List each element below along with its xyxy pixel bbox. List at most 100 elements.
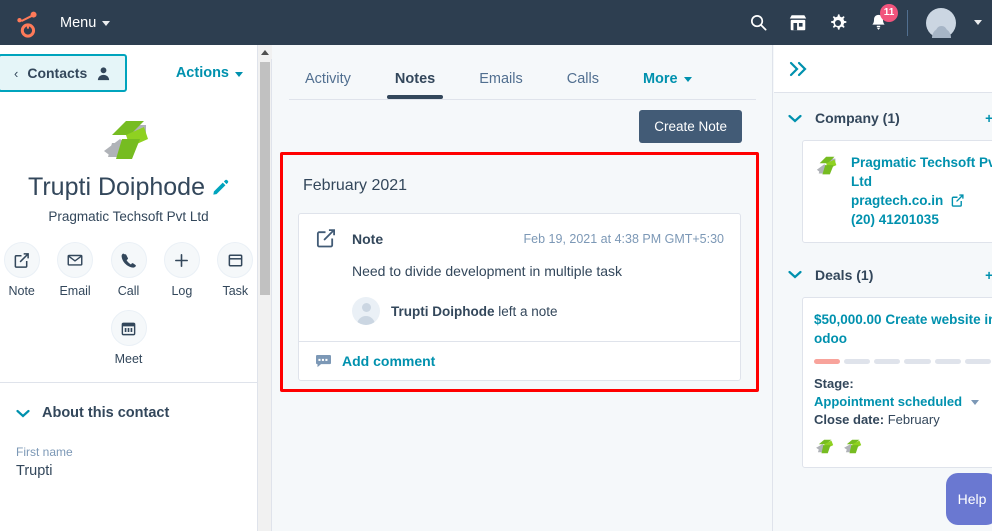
create-note-button[interactable]: Create Note <box>639 110 742 143</box>
calendar-icon <box>110 310 147 346</box>
note-author-text: Trupti Doiphode left a note <box>391 304 558 319</box>
chevron-down-icon <box>235 72 243 77</box>
field-label-first-name: First name <box>16 445 73 459</box>
top-navigation-bar: Menu 11 <box>0 0 992 45</box>
sidebar-header: ‹ Contacts Actions <box>0 45 257 101</box>
tab-notes[interactable]: Notes <box>373 71 457 99</box>
search-icon[interactable] <box>747 12 769 34</box>
chevron-left-icon: ‹ <box>14 65 19 81</box>
deal-stage-value-row[interactable]: Appointment scheduled <box>814 394 992 409</box>
associations-sidebar: Company (1) + A Pragmatic Techsoft Pvt L… <box>774 45 992 531</box>
add-comment-link[interactable]: Add comment <box>342 353 435 369</box>
quick-action-task[interactable]: Task <box>214 242 257 298</box>
avatar <box>352 297 380 325</box>
tab-activity[interactable]: Activity <box>283 71 373 99</box>
company-website-row: pragtech.co.in <box>851 191 992 210</box>
tab-label: Notes <box>394 71 436 87</box>
deal-stage-label: Stage: <box>814 375 854 391</box>
tab-emails[interactable]: Emails <box>457 71 545 99</box>
field-value-first-name[interactable]: Trupti <box>0 459 257 479</box>
envelope-icon <box>57 242 94 278</box>
company-details: Pragmatic Techsoft Pvt Ltd pragtech.co.i… <box>851 153 992 230</box>
note-type-label: Note <box>352 230 384 247</box>
marketplace-icon[interactable] <box>787 12 809 34</box>
avatar-circle <box>926 7 956 38</box>
quick-action-note[interactable]: Note <box>0 242 43 298</box>
deal-close-date-row: Close date: February <box>814 412 992 427</box>
deals-section-header[interactable]: Deals (1) + A <box>788 267 992 283</box>
quick-action-label: Note <box>8 284 35 298</box>
note-card-footer[interactable]: Add comment <box>299 341 740 380</box>
user-avatar[interactable] <box>926 7 956 38</box>
deals-section-title: Deals (1) <box>815 266 874 283</box>
note-card-header: Note Feb 19, 2021 at 4:38 PM GMT+5:30 <box>299 214 740 249</box>
note-body-text: Need to divide development in multiple t… <box>352 263 623 279</box>
top-navigation-actions: 11 <box>747 0 992 45</box>
company-phone-link[interactable]: (20) 41201035 <box>851 210 992 229</box>
avatar-body <box>931 27 951 38</box>
quick-action-call[interactable]: Call <box>107 242 150 298</box>
company-card[interactable]: Pragmatic Techsoft Pvt Ltd pragtech.co.i… <box>802 140 992 243</box>
quick-action-meet[interactable]: Meet <box>107 310 151 366</box>
task-window-icon <box>217 242 254 278</box>
deal-stage-value[interactable]: Appointment scheduled <box>814 394 962 409</box>
add-company-link[interactable]: + A <box>985 111 992 126</box>
deals-section: Deals (1) + A $50,000.00 Create website … <box>774 243 992 468</box>
company-logo <box>816 439 834 454</box>
help-button[interactable]: Help <box>946 473 992 525</box>
plus-icon <box>163 242 200 278</box>
scrollbar-thumb[interactable] <box>260 62 270 295</box>
tab-label: More <box>642 71 678 87</box>
chevron-down-icon <box>788 271 802 279</box>
deal-stage-label-row: Stage: <box>814 376 992 391</box>
edit-pencil-icon[interactable] <box>212 179 229 196</box>
company-logo <box>103 121 148 159</box>
add-deal-link[interactable]: + A <box>985 268 992 283</box>
meet-action-row: Meet <box>0 310 257 366</box>
quick-action-label: Call <box>117 284 140 298</box>
chevron-down-icon <box>683 76 692 82</box>
note-timestamp: Feb 19, 2021 at 4:38 PM GMT+5:30 <box>523 231 724 246</box>
about-contact-title: About this contact <box>42 405 170 421</box>
main-menu-button[interactable]: Menu <box>60 15 111 31</box>
progress-segment <box>934 358 961 364</box>
chevron-down-icon <box>102 21 111 26</box>
avatar-body <box>357 316 375 325</box>
quick-action-email[interactable]: Email <box>53 242 96 298</box>
deal-close-date-value: February <box>887 411 940 427</box>
hubspot-crm-contact-page: Menu 11 ‹ Contacts Actions Trupti Doipho… <box>0 0 992 531</box>
tab-more[interactable]: More <box>621 71 714 99</box>
settings-gear-icon[interactable] <box>827 12 849 34</box>
hubspot-sprocket-logo[interactable] <box>12 8 42 38</box>
back-to-contacts-button[interactable]: ‹ Contacts <box>0 54 128 92</box>
chevron-down-icon <box>788 114 802 122</box>
double-chevron-right-icon[interactable] <box>788 60 810 78</box>
company-website-link[interactable]: pragtech.co.in <box>851 191 943 210</box>
quick-action-label: Task <box>222 284 249 298</box>
chevron-down-icon <box>16 409 30 417</box>
scroll-up-arrow-icon[interactable] <box>258 45 272 59</box>
company-section: Company (1) + A Pragmatic Techsoft Pvt L… <box>774 93 992 243</box>
actions-dropdown-button[interactable]: Actions <box>176 65 243 81</box>
deal-name-link[interactable]: $50,000.00 Create website in odoo <box>814 310 992 348</box>
comment-bubble-icon <box>316 354 331 367</box>
chevron-down-icon[interactable] <box>974 20 982 25</box>
company-section-header[interactable]: Company (1) + A <box>788 110 992 126</box>
notifications-bell-icon[interactable]: 11 <box>867 3 898 34</box>
note-card: Note Feb 19, 2021 at 4:38 PM GMT+5:30 Ne… <box>298 213 741 381</box>
external-link-icon[interactable] <box>951 194 964 208</box>
progress-segment <box>874 358 901 364</box>
tab-label: Emails <box>479 71 523 87</box>
tab-calls[interactable]: Calls <box>545 71 621 99</box>
actions-label: Actions <box>175 65 229 81</box>
contact-person-icon <box>98 66 110 80</box>
company-name-link[interactable]: Pragmatic Techsoft Pvt Ltd <box>851 153 992 191</box>
about-contact-section-header[interactable]: About this contact <box>0 383 257 421</box>
note-pencil-icon <box>316 229 335 248</box>
quick-action-log[interactable]: Log <box>160 242 203 298</box>
sidebar-scrollbar[interactable] <box>258 45 272 531</box>
note-pencil-icon <box>3 242 40 278</box>
deal-card[interactable]: $50,000.00 Create website in odoo Stage:… <box>802 296 992 468</box>
deal-close-date-label: Close date: <box>814 411 885 427</box>
associations-sidebar-header <box>774 45 992 93</box>
